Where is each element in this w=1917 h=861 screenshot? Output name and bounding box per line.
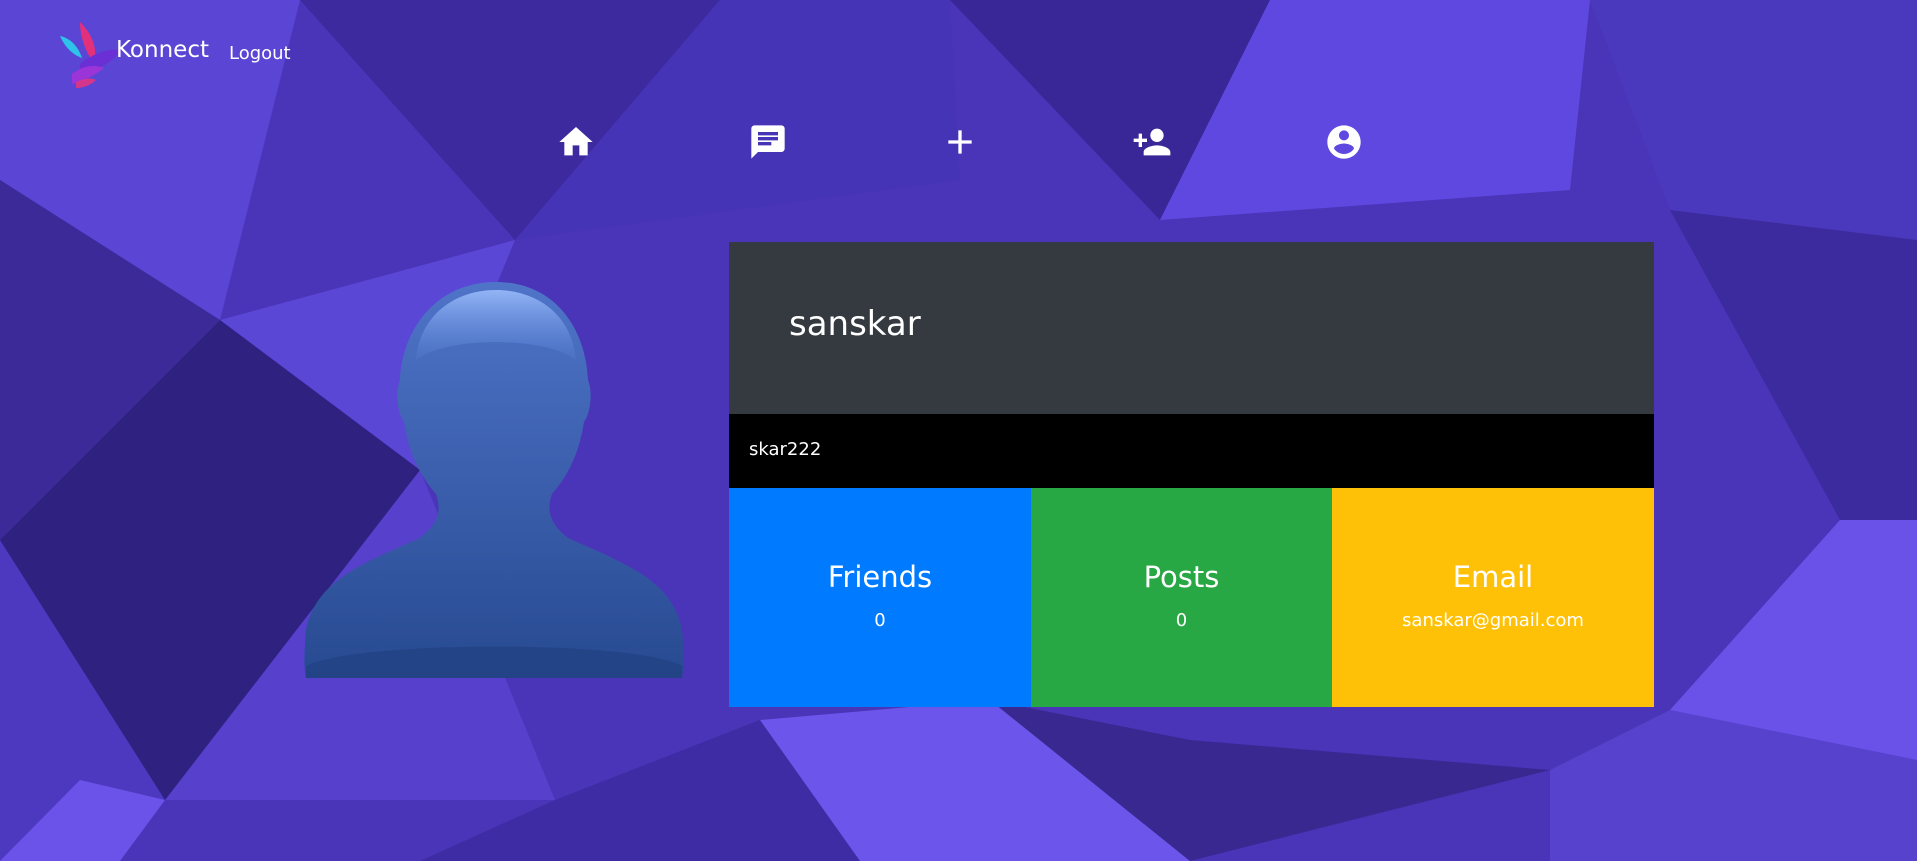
main-nav [0, 122, 1917, 166]
chat-icon[interactable] [748, 122, 788, 162]
profile-name: sanskar [789, 304, 921, 344]
konnect-logo[interactable] [52, 20, 122, 88]
profile-card: sanskar skar222 Friends 0 Posts 0 Email … [729, 242, 1654, 707]
plus-icon[interactable] [940, 122, 980, 162]
posts-stat[interactable]: Posts 0 [1031, 488, 1332, 707]
account-circle-icon[interactable] [1324, 122, 1364, 162]
logout-link[interactable]: Logout [229, 43, 291, 64]
profile-header: sanskar [729, 242, 1654, 414]
add-friend-icon[interactable] [1132, 122, 1172, 162]
friends-label: Friends [827, 560, 933, 594]
posts-label: Posts [1143, 560, 1220, 594]
brand-name[interactable]: Konnect [116, 37, 209, 63]
home-icon[interactable] [556, 122, 596, 162]
email-value: sanskar@gmail.com [1402, 610, 1584, 631]
email-label: Email [1452, 560, 1534, 594]
profile-avatar [304, 282, 684, 678]
profile-username-bar: skar222 [729, 414, 1654, 488]
email-stat: Email sanskar@gmail.com [1332, 488, 1654, 707]
friends-count: 0 [874, 610, 886, 631]
profile-stats: Friends 0 Posts 0 Email sanskar@gmail.co… [729, 488, 1654, 707]
friends-stat[interactable]: Friends 0 [729, 488, 1031, 707]
brand: Konnect Logout [52, 20, 291, 88]
profile-username: skar222 [749, 439, 822, 460]
posts-count: 0 [1175, 610, 1188, 631]
